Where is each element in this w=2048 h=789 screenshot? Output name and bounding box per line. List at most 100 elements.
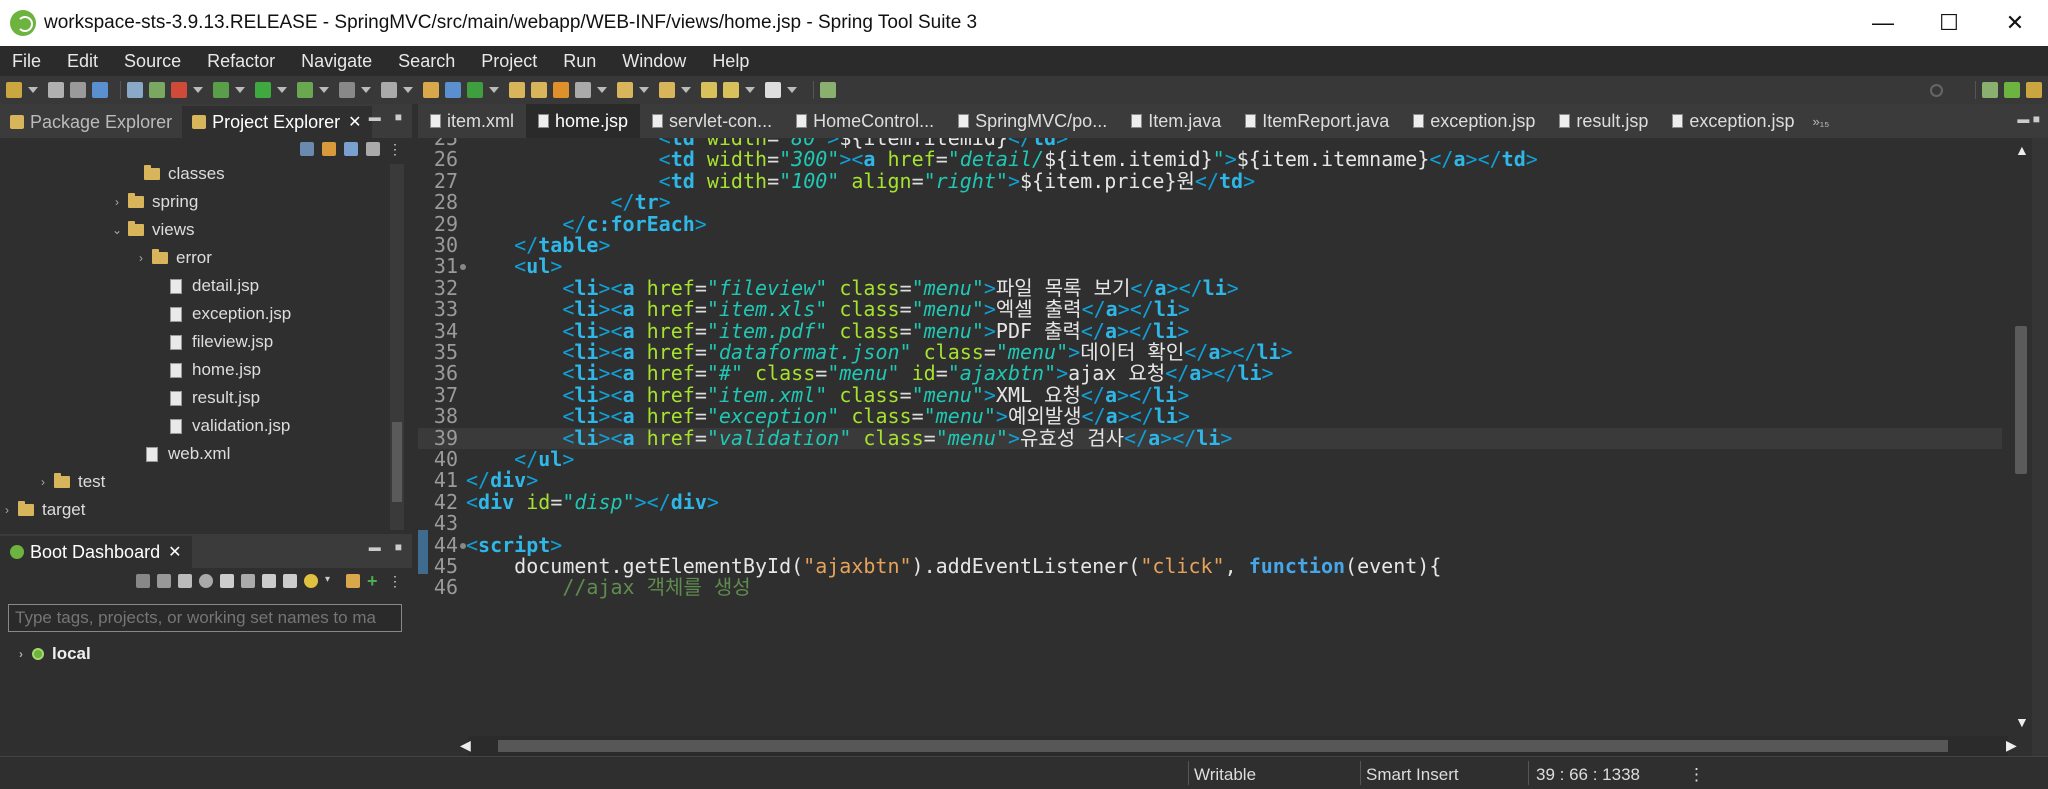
expand-icon[interactable]: › <box>134 251 148 265</box>
code-line[interactable]: 44 <script> <box>418 534 2002 556</box>
properties-view-icon[interactable] <box>283 574 297 588</box>
editor-tab-home-jsp[interactable]: home.jsp <box>526 104 641 138</box>
relaunch-dropdown-icon[interactable] <box>193 87 203 93</box>
menu-navigate[interactable]: Navigate <box>291 51 382 72</box>
expand-icon[interactable]: › <box>14 647 28 661</box>
save-all-icon[interactable] <box>70 82 86 98</box>
last-edit-icon[interactable] <box>701 82 717 98</box>
focus-icon[interactable] <box>366 142 380 156</box>
tree-item-target[interactable]: › target <box>0 496 412 524</box>
build-dropdown-icon[interactable] <box>403 87 413 93</box>
stop-icon[interactable] <box>178 574 192 588</box>
expand-icon[interactable]: › <box>110 195 124 209</box>
new-class-icon[interactable] <box>467 82 483 98</box>
debug-boot-icon[interactable] <box>157 574 171 588</box>
code-line[interactable]: 43 <box>418 512 2002 534</box>
editor-vertical-scrollbar-thumb[interactable] <box>2015 326 2027 474</box>
search-tool-icon[interactable] <box>553 82 569 98</box>
expand-icon[interactable]: ⌄ <box>110 223 124 237</box>
close-window-button[interactable]: ✕ <box>1982 0 2048 46</box>
link-with-editor-icon[interactable] <box>322 142 336 156</box>
editor-tab-itemreport-java[interactable]: ItemReport.java <box>1233 104 1401 138</box>
relaunch-icon[interactable] <box>171 82 187 98</box>
minimize-button[interactable]: — <box>1850 0 1916 46</box>
edit-icon[interactable] <box>262 574 276 588</box>
debug-dropdown-icon[interactable] <box>235 87 245 93</box>
expand-icon[interactable]: › <box>36 475 50 489</box>
open-perspective-icon[interactable] <box>820 82 836 98</box>
editor-tab-homecontrol-[interactable]: HomeControl... <box>784 104 946 138</box>
task-icon[interactable] <box>127 82 143 98</box>
explorer-scrollbar[interactable] <box>390 164 404 530</box>
menu-run[interactable]: Run <box>553 51 606 72</box>
scroll-right-icon[interactable]: ▶ <box>2006 737 2017 754</box>
code-line[interactable]: 37 <li><a href="item.xml" class="menu">X… <box>418 384 2002 406</box>
maximize-view-icon[interactable]: ■ <box>395 540 402 554</box>
tree-item-spring[interactable]: › spring <box>0 188 412 216</box>
spring-boot-icon[interactable] <box>149 82 165 98</box>
refresh-icon[interactable] <box>241 574 255 588</box>
code-editor[interactable]: 25 <td width="80">${item.itemid}</td> 26 … <box>418 138 2002 736</box>
new-java-project-icon[interactable] <box>423 82 439 98</box>
tree-item-exception-jsp[interactable]: exception.jsp <box>0 300 412 328</box>
new-icon[interactable] <box>6 82 22 98</box>
menu-window[interactable]: Window <box>612 51 696 72</box>
menu-source[interactable]: Source <box>114 51 191 72</box>
debug-icon[interactable] <box>213 82 229 98</box>
annotation-dropdown-icon[interactable] <box>597 87 607 93</box>
boot-node-local[interactable]: › local <box>14 644 412 664</box>
menu-project[interactable]: Project <box>471 51 547 72</box>
spring-perspective-icon[interactable] <box>2004 82 2020 98</box>
forward-dropdown-icon[interactable] <box>787 87 797 93</box>
server-dropdown-icon[interactable] <box>361 87 371 93</box>
code-line[interactable]: 39 <li><a href="validation" class="menu"… <box>418 427 2002 449</box>
collapse-all-icon[interactable] <box>300 142 314 156</box>
code-line[interactable]: 28 </tr> <box>418 191 2002 213</box>
explorer-scrollbar-thumb[interactable] <box>392 422 402 502</box>
back-icon[interactable] <box>723 82 739 98</box>
lightbulb-dropdown-icon[interactable]: ▾ <box>325 574 339 588</box>
code-line[interactable]: 31 <ul> <box>418 255 2002 277</box>
run-icon[interactable] <box>255 82 271 98</box>
minimize-view-icon[interactable]: ▬ <box>369 110 381 124</box>
lightbulb-icon[interactable] <box>304 574 318 588</box>
menu-help[interactable]: Help <box>702 51 759 72</box>
start-icon[interactable] <box>136 574 150 588</box>
tree-item-detail-jsp[interactable]: detail.jsp <box>0 272 412 300</box>
maximize-button[interactable]: ☐ <box>1916 0 1982 46</box>
tree-item-web-xml[interactable]: web.xml <box>0 440 412 468</box>
menu-refactor[interactable]: Refactor <box>197 51 285 72</box>
new-dropdown-icon[interactable] <box>28 87 38 93</box>
open-type-icon[interactable] <box>509 82 525 98</box>
open-console-icon[interactable] <box>199 574 213 588</box>
filter-icon[interactable] <box>344 142 358 156</box>
forward-icon[interactable] <box>765 82 781 98</box>
add-icon[interactable]: + <box>367 572 381 590</box>
editor-tab-servlet-con-[interactable]: servlet-con... <box>640 104 784 138</box>
editor-horizontal-scrollbar-thumb[interactable] <box>498 740 1948 752</box>
code-line[interactable]: 45 document.getElementById("ajaxbtn").ad… <box>418 555 2002 577</box>
tree-item-fileview-jsp[interactable]: fileview.jsp <box>0 328 412 356</box>
code-line[interactable]: 34 <li><a href="item.pdf" class="menu">P… <box>418 320 2002 342</box>
code-line[interactable]: 38 <li><a href="exception" class="menu">… <box>418 405 2002 427</box>
tree-item-home-jsp[interactable]: home.jsp <box>0 356 412 384</box>
code-line[interactable]: 40 </ul> <box>418 448 2002 470</box>
editor-maximize-icon[interactable]: ▬ ■ <box>2017 112 2040 126</box>
minimize-view-icon[interactable]: ▬ <box>369 540 381 554</box>
tree-item-test[interactable]: › test <box>0 468 412 496</box>
editor-tab-exception-jsp[interactable]: exception.jsp <box>1401 104 1547 138</box>
tree-item-result-jsp[interactable]: result.jsp <box>0 384 412 412</box>
close-icon[interactable]: ✕ <box>168 542 181 562</box>
code-line[interactable]: 35 <li><a href="dataformat.json" class="… <box>418 341 2002 363</box>
editor-vertical-scrollbar[interactable]: ▲ ▼ <box>2010 138 2032 736</box>
editor-tab-springmvc-po-[interactable]: SpringMVC/po... <box>946 104 1119 138</box>
tab-project-explorer[interactable]: Project Explorer ✕ <box>182 106 372 138</box>
open-browser-icon[interactable] <box>220 574 234 588</box>
editor-horizontal-scrollbar[interactable]: ◀ ▶ <box>460 736 2017 756</box>
tree-item-classes[interactable]: classes <box>0 160 412 188</box>
status-cursor-position[interactable]: 39 : 66 : 1338 <box>1536 765 1640 785</box>
properties-icon[interactable] <box>92 82 108 98</box>
code-line[interactable]: 36 <li><a href="#" class="menu" id="ajax… <box>418 362 2002 384</box>
open-task-icon[interactable] <box>531 82 547 98</box>
server-icon[interactable] <box>339 82 355 98</box>
